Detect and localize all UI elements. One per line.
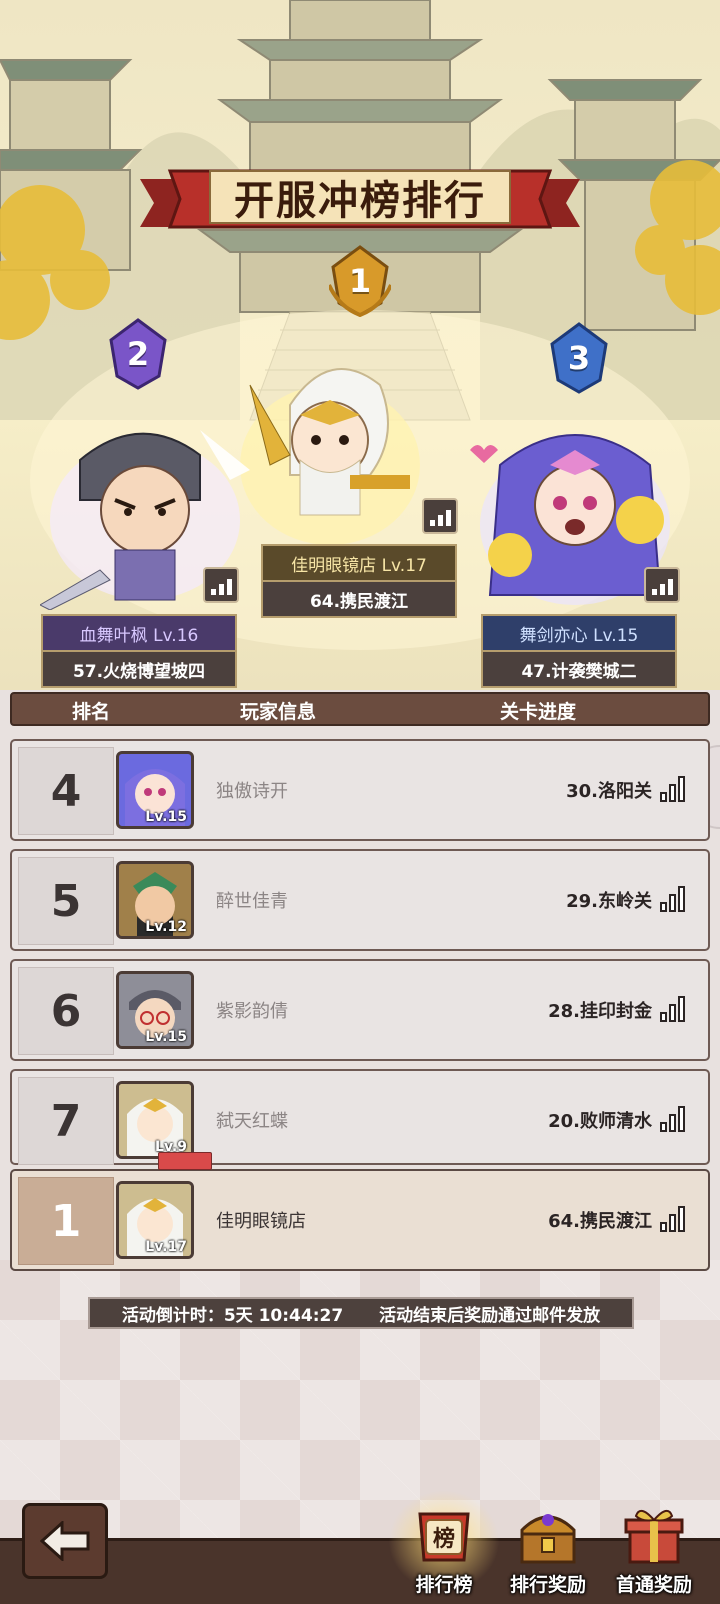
gift-box-icon [624,1509,684,1564]
progress-detail-icon[interactable] [660,996,688,1022]
rank-2-name: 血舞叶枫 Lv.16 [41,614,237,652]
treasure-chest-icon [520,1514,576,1564]
tab-ranking-label: 排行榜 [415,1574,473,1596]
player-name: 独傲诗开 [216,781,288,802]
header-player: 玩家信息 [240,701,317,723]
back-button[interactable] [22,1503,108,1579]
ranking-scroll-icon: 榜 [418,1512,470,1562]
row-rank: 4 [18,747,114,835]
rank-1-badge: 1 [327,245,393,318]
rank-2-stage: 57.火烧博望坡四 [41,652,237,688]
rank-3-stage: 47.计袭樊城二 [481,652,677,688]
my-rank-row[interactable]: 1 Lv.17 佳明眼镜店 64.携民渡江 [10,1169,710,1271]
event-countdown: 活动倒计时：5天 10:44:27 活动结束后奖励通过邮件发放 [88,1297,634,1329]
player-name: 紫影韵倩 [216,1001,288,1022]
rank-3-name: 舞剑亦心 Lv.15 [481,614,677,652]
my-rank: 1 [18,1177,114,1265]
stage-progress: 29.东岭关 [566,891,652,912]
player-level: Lv.15 [145,1029,187,1045]
progress-detail-icon[interactable] [660,886,688,912]
table-header: 排名 玩家信息 关卡进度 [10,692,710,726]
progress-detail-icon[interactable] [660,1106,688,1132]
tab-rank-rewards[interactable]: 排行奖励 [498,1500,598,1600]
progress-detail-icon[interactable] [660,776,688,802]
page-title: 开服冲榜排行 [234,178,486,224]
rank-1-stage: 64.携民渡江 [261,582,457,618]
player-avatar[interactable]: Lv.9 [116,1081,194,1159]
table-row[interactable]: 7 Lv.9 弑天红蝶 20.败师清水 [10,1069,710,1165]
row-rank: 6 [18,967,114,1055]
reward-notice: 活动结束后奖励通过邮件发放 [379,1305,601,1326]
rank-2-plate: 血舞叶枫 Lv.16 57.火烧博望坡四 [41,614,237,688]
table-row[interactable]: 5 Lv.12 醉世佳青 29.东岭关 [10,849,710,951]
tab-ranking[interactable]: 榜 排行榜 [384,1486,504,1600]
rank-1-plate: 佳明眼镜店 Lv.17 64.携民渡江 [261,544,457,618]
rank-1-character [240,368,420,545]
player-name: 弑天红蝶 [216,1111,288,1132]
row-rank: 7 [18,1077,114,1165]
player-level: Lv.15 [145,809,187,825]
my-name: 佳明眼镜店 [216,1211,306,1232]
player-avatar[interactable]: Lv.12 [116,861,194,939]
stage-progress: 20.败师清水 [548,1111,652,1132]
back-arrow-icon [40,1521,90,1561]
rank-3-detail-button[interactable] [644,567,680,603]
ranking-scene: 开服冲榜排行 1 2 3 佳明眼镜店 Lv.17 64.携民渡江 血舞叶枫 Lv… [0,0,720,690]
table-row[interactable]: 6 Lv.15 紫影韵倩 28.挂印封金 [10,959,710,1061]
tab-ranking-glyph: 榜 [433,1526,455,1552]
rank-3-badge: 3 [548,322,610,394]
rank-1-detail-button[interactable] [422,498,458,534]
my-stage-progress: 64.携民渡江 [548,1211,652,1232]
rank-2-detail-button[interactable] [203,567,239,603]
tab-first-clear-rewards[interactable]: 首通奖励 [604,1500,704,1600]
rank-1-name: 佳明眼镜店 Lv.17 [261,544,457,582]
header-rank: 排名 [72,701,111,723]
rank-3-plate: 舞剑亦心 Lv.15 47.计袭樊城二 [481,614,677,688]
stage-progress: 30.洛阳关 [566,781,652,802]
table-row[interactable]: 4 Lv.15 独傲诗开 30.洛阳关 [10,739,710,841]
rank-2-badge: 2 [107,318,169,390]
self-tag-icon [158,1152,212,1170]
tab-first-clear-rewards-label: 首通奖励 [615,1574,692,1596]
tab-rank-rewards-label: 排行奖励 [509,1574,586,1596]
stage-progress: 28.挂印封金 [548,1001,652,1022]
player-name: 醉世佳青 [216,891,288,912]
header-progress: 关卡进度 [500,701,577,723]
row-rank: 5 [18,857,114,945]
my-avatar[interactable]: Lv.17 [116,1181,194,1259]
player-level: Lv.12 [145,919,187,935]
my-level: Lv.17 [145,1239,187,1255]
player-avatar[interactable]: Lv.15 [116,971,194,1049]
progress-detail-icon[interactable] [660,1206,688,1232]
countdown-timer: 活动倒计时：5天 10:44:27 [121,1305,344,1326]
player-avatar[interactable]: Lv.15 [116,751,194,829]
